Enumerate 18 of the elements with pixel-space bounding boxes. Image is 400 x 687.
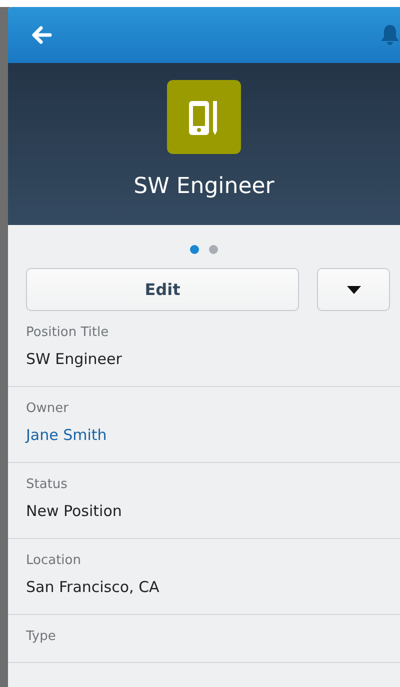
field-value: San Francisco, CA: [26, 578, 160, 596]
edit-button[interactable]: Edit: [26, 268, 299, 311]
more-actions-button[interactable]: [317, 268, 390, 311]
field-label: Position Title: [26, 325, 110, 340]
back-arrow-icon[interactable]: [32, 26, 52, 44]
page-dot[interactable]: [209, 245, 218, 254]
caret-down-icon: [346, 284, 362, 294]
app-icon: [167, 80, 241, 154]
owner-link[interactable]: Jane Smith: [26, 426, 382, 444]
field-value: New Position: [26, 502, 123, 520]
field-label: Status: [26, 477, 68, 492]
page-dot[interactable]: [190, 245, 199, 254]
field-label: Type: [26, 629, 57, 644]
field-value: SW Engineer: [26, 350, 123, 368]
field-label: Owner: [26, 401, 70, 416]
bell-icon[interactable]: [380, 24, 400, 46]
field-label: Location: [26, 553, 82, 568]
record-title: SW Engineer: [134, 174, 274, 199]
